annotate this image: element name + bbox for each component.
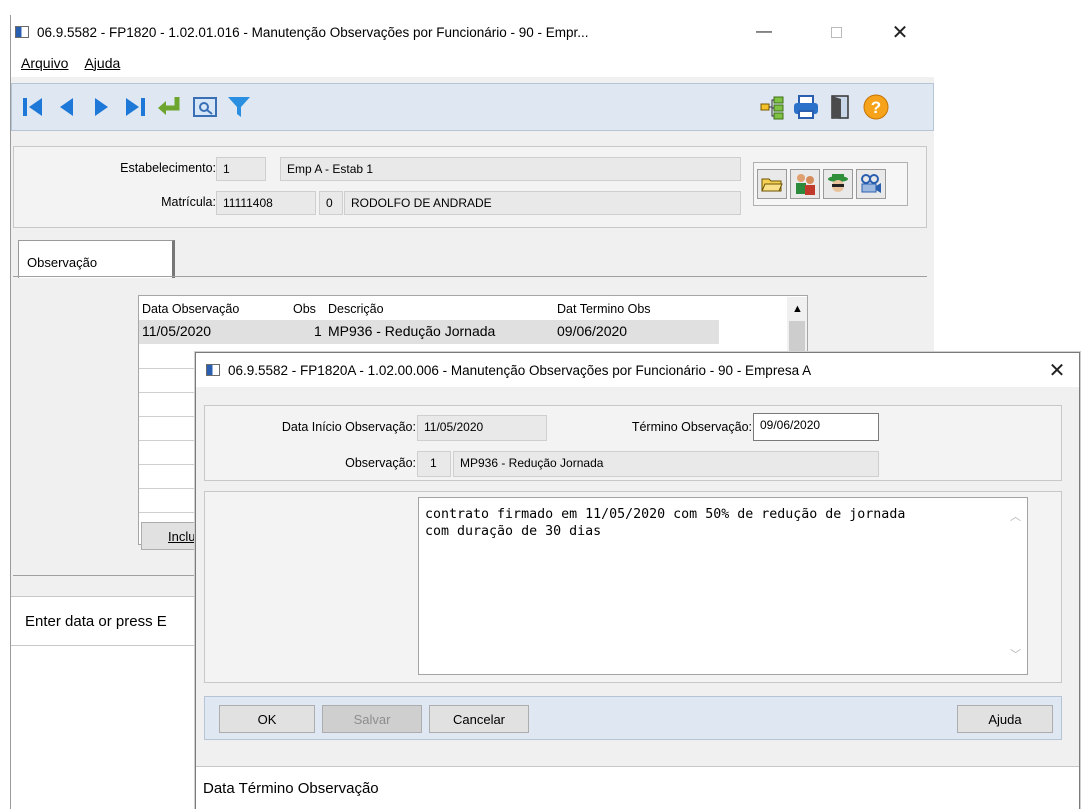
observation-line-2: com duração de 30 dias [425,524,602,539]
empty-rows [139,345,195,520]
observacao-dialog: 06.9.5582 - FP1820A - 1.02.00.006 - Manu… [195,352,1080,809]
text-scroll-down-icon[interactable]: ﹀ [1010,646,1021,662]
ok-button[interactable]: OK [219,705,315,733]
menu-arquivo[interactable]: Arquivo [21,55,68,71]
data-inicio-field: 11/05/2020 [417,415,547,441]
dialog-close-button[interactable]: ✕ [1034,353,1080,387]
search-icon[interactable] [190,92,220,122]
last-record-icon[interactable] [120,92,150,122]
grid-header-data[interactable]: Data Observação [142,302,239,316]
menubar: Arquivo Ajuda [11,49,934,77]
people-icon[interactable] [790,169,820,199]
grid-header-obs[interactable]: Obs [293,302,316,316]
grid-header-termino[interactable]: Dat Termino Obs [557,302,651,316]
main-titlebar: 06.9.5582 - FP1820 - 1.02.01.016 - Manut… [11,15,934,49]
camera-icon[interactable] [856,169,886,199]
menu-ajuda[interactable]: Ajuda [84,55,120,71]
incluir-button[interactable]: Inclu [141,522,197,550]
folder-icon[interactable] [757,169,787,199]
next-record-icon[interactable] [86,92,116,122]
estabelecimento-label: Estabelecimento: [120,161,216,175]
previous-record-icon[interactable] [52,92,82,122]
print-icon[interactable] [791,92,821,122]
dialog-status-text: Data Término Observação [203,780,379,797]
cancelar-button[interactable]: Cancelar [429,705,529,733]
row-data: 11/05/2020 [142,323,212,339]
row-obs: 1 [314,323,322,339]
hierarchy-icon[interactable] [757,92,787,122]
salvar-button: Salvar [322,705,422,733]
row-termino: 09/06/2020 [557,323,628,339]
svg-text:?: ? [871,98,881,117]
observacao-code-field: 1 [417,451,451,477]
filter-icon[interactable] [224,92,254,122]
toolbar: ? [11,83,934,131]
dialog-title: 06.9.5582 - FP1820A - 1.02.00.006 - Manu… [228,362,812,378]
grid-header-descricao[interactable]: Descrição [328,302,384,316]
tab-observacao[interactable]: Observação [18,240,175,278]
matricula-field[interactable]: 11111408 [216,191,316,215]
dialog-titlebar: 06.9.5582 - FP1820A - 1.02.00.006 - Manu… [196,353,1079,387]
observacao-label: Observação: [345,456,416,470]
table-row[interactable]: 11/05/2020 1 MP936 - Redução Jornada 09/… [139,320,719,344]
help-icon[interactable]: ? [861,92,891,122]
matricula-digit-field: 0 [319,191,343,215]
termino-label: Término Observação: [631,420,752,434]
estabelecimento-code-field[interactable]: 1 [216,157,266,181]
employee-name-field: RODOLFO DE ANDRADE [344,191,741,215]
text-scroll-up-icon[interactable]: ︿ [1010,508,1021,524]
estabelecimento-name-field: Emp A - Estab 1 [280,157,741,181]
scroll-up-icon[interactable]: ▲ [792,303,803,315]
tab-observacao-label: Observação [27,255,98,270]
return-icon[interactable] [154,92,184,122]
dialog-app-icon [206,364,220,376]
matricula-label: Matrícula: [161,195,216,209]
observacao-desc-field: MP936 - Redução Jornada [453,451,879,477]
detective-icon[interactable] [823,169,853,199]
termino-field[interactable]: 09/06/2020 [753,413,879,441]
ajuda-button[interactable]: Ajuda [957,705,1053,733]
first-record-icon[interactable] [18,92,48,122]
maximize-button[interactable] [813,15,859,49]
row-descricao: MP936 - Redução Jornada [328,323,496,339]
tab-divider [13,276,927,277]
main-status-text: Enter data or press E [25,613,167,630]
exit-door-icon[interactable] [825,92,855,122]
app-icon [15,26,29,38]
main-window-title: 06.9.5582 - FP1820 - 1.02.01.016 - Manut… [37,24,589,40]
observation-textarea[interactable]: contrato firmado em 11/05/2020 com 50% d… [418,497,1028,675]
dialog-status-bar: Data Término Observação [196,766,1079,809]
minimize-button[interactable]: — [741,15,787,49]
observation-line-1: contrato firmado em 11/05/2020 com 50% d… [425,507,906,522]
data-inicio-label: Data Início Observação: [281,420,416,434]
close-button[interactable]: ✕ [877,15,923,49]
